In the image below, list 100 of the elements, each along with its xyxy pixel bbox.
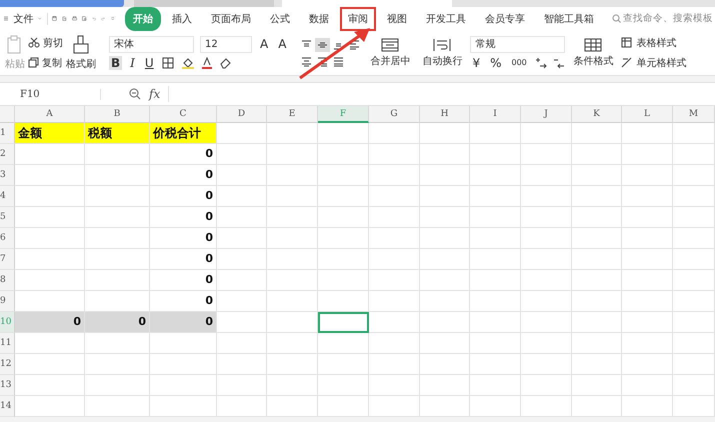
table-cell bbox=[420, 249, 470, 270]
row-header[interactable]: 9 bbox=[0, 291, 15, 312]
align-middle-icon[interactable] bbox=[314, 38, 330, 52]
table-cell bbox=[267, 333, 318, 354]
wrap-text-icon bbox=[433, 38, 452, 52]
table-cell bbox=[420, 333, 470, 354]
table-cell: 0 bbox=[150, 165, 217, 186]
cell-style-button[interactable]: 单元格样式 bbox=[621, 56, 686, 70]
table-cell bbox=[572, 354, 622, 375]
row-header[interactable]: 1 bbox=[0, 123, 15, 144]
table-cell bbox=[369, 291, 420, 312]
copy-button[interactable]: 复制 bbox=[28, 56, 63, 70]
ribbon-tab[interactable]: 公式 bbox=[262, 6, 298, 30]
file-menu[interactable]: 文件 bbox=[13, 12, 34, 26]
column-header[interactable]: I bbox=[470, 106, 521, 123]
ribbon-tab[interactable]: 开发工具 bbox=[418, 6, 474, 30]
column-header[interactable]: K bbox=[572, 106, 622, 123]
align-center-icon[interactable] bbox=[300, 57, 312, 67]
search-field[interactable]: 查找命令、搜索模板 bbox=[612, 13, 715, 24]
row-header[interactable]: 11 bbox=[0, 333, 15, 354]
row-header[interactable]: 8 bbox=[0, 270, 15, 291]
column-header[interactable]: G bbox=[369, 106, 420, 123]
ribbon-tab[interactable]: 数据 bbox=[301, 6, 337, 30]
table-cell bbox=[369, 207, 420, 228]
column-header[interactable]: D bbox=[217, 106, 267, 123]
preview-icon[interactable] bbox=[82, 13, 87, 24]
shrink-font-button[interactable]: A bbox=[276, 37, 288, 51]
column-header[interactable]: L bbox=[622, 106, 673, 123]
decimal-decrease-icon[interactable] bbox=[552, 56, 565, 68]
eraser-icon[interactable] bbox=[218, 56, 232, 68]
search-icon bbox=[612, 14, 621, 23]
table-cell bbox=[622, 123, 673, 144]
zoom-icon[interactable] bbox=[129, 88, 141, 100]
table-cell bbox=[420, 228, 470, 249]
ribbon-tab[interactable]: 视图 bbox=[379, 6, 415, 30]
ribbon-tab[interactable]: 页面布局 bbox=[203, 6, 259, 30]
font-size-dropdown[interactable]: 12 bbox=[200, 36, 252, 52]
font-color-icon[interactable] bbox=[200, 56, 213, 68]
column-header[interactable]: J bbox=[521, 106, 572, 123]
table-cell bbox=[267, 186, 318, 207]
table-cell bbox=[673, 207, 715, 228]
table-cell bbox=[572, 186, 622, 207]
row-header[interactable]: 12 bbox=[0, 354, 15, 375]
conditional-format-button[interactable]: 条件格式 bbox=[569, 38, 618, 68]
row-header[interactable]: 13 bbox=[0, 375, 15, 396]
ribbon-tab[interactable]: 插入 bbox=[164, 6, 200, 30]
table-style-button[interactable]: 表格样式 bbox=[621, 36, 686, 50]
ribbon-tab[interactable]: 智能工具箱 bbox=[536, 6, 602, 30]
merge-center-button[interactable]: 合并居中 bbox=[366, 38, 414, 68]
table-cell bbox=[217, 228, 267, 249]
thousands-button[interactable]: 000 bbox=[509, 58, 529, 67]
row-header[interactable]: 2 bbox=[0, 144, 15, 165]
align-left-icon[interactable] bbox=[348, 40, 360, 50]
column-header[interactable]: E bbox=[267, 106, 318, 123]
table-cell bbox=[420, 123, 470, 144]
table-cell bbox=[369, 186, 420, 207]
justify-icon[interactable] bbox=[332, 57, 344, 67]
column-header[interactable]: M bbox=[673, 106, 715, 123]
underline-button[interactable]: U bbox=[142, 56, 156, 70]
format-painter-button[interactable]: 格式刷 bbox=[63, 34, 99, 70]
table-cell bbox=[470, 312, 521, 333]
row-header[interactable]: 4 bbox=[0, 186, 15, 207]
wrap-text-button[interactable]: 自动换行 bbox=[418, 38, 466, 68]
row-header[interactable]: 5 bbox=[0, 207, 15, 228]
table-cell bbox=[369, 123, 420, 144]
decimal-increase-icon[interactable] bbox=[534, 56, 547, 68]
fill-icon[interactable] bbox=[180, 56, 195, 68]
grow-font-button[interactable]: A bbox=[258, 37, 270, 51]
borders-icon[interactable] bbox=[162, 56, 175, 68]
bold-button[interactable]: B bbox=[109, 56, 122, 70]
table-cell bbox=[217, 270, 267, 291]
column-header[interactable]: B bbox=[85, 106, 150, 123]
align-right-icon[interactable] bbox=[316, 57, 328, 67]
table-cell bbox=[267, 270, 318, 291]
number-format-dropdown[interactable]: 常规 bbox=[470, 36, 566, 52]
copy-icon bbox=[28, 57, 39, 68]
active-cell[interactable] bbox=[318, 312, 369, 333]
column-header[interactable]: A bbox=[15, 106, 85, 123]
row-header[interactable]: 7 bbox=[0, 249, 15, 270]
name-box[interactable]: F10 bbox=[0, 88, 101, 100]
percent-button[interactable]: % bbox=[488, 56, 504, 70]
column-header[interactable]: C bbox=[150, 106, 217, 123]
table-cell bbox=[369, 270, 420, 291]
ribbon-tab[interactable]: 会员专享 bbox=[477, 6, 533, 30]
row-header[interactable]: 6 bbox=[0, 228, 15, 249]
currency-button[interactable]: ¥ bbox=[470, 56, 482, 70]
table-cell bbox=[572, 312, 622, 333]
table-cell bbox=[572, 228, 622, 249]
function-button[interactable]: fx bbox=[149, 87, 160, 101]
italic-button[interactable]: I bbox=[128, 56, 137, 70]
font-dropdown[interactable]: 宋体 bbox=[109, 36, 194, 52]
save-icon[interactable] bbox=[52, 13, 58, 24]
row-header[interactable]: 14 bbox=[0, 396, 15, 417]
table-cell bbox=[267, 291, 318, 312]
table-cell bbox=[318, 270, 369, 291]
row-header[interactable]: 3 bbox=[0, 165, 15, 186]
cut-button[interactable]: 剪切 bbox=[28, 36, 63, 50]
table-cell bbox=[470, 333, 521, 354]
table-cell bbox=[369, 396, 420, 417]
column-header[interactable]: H bbox=[420, 106, 470, 123]
